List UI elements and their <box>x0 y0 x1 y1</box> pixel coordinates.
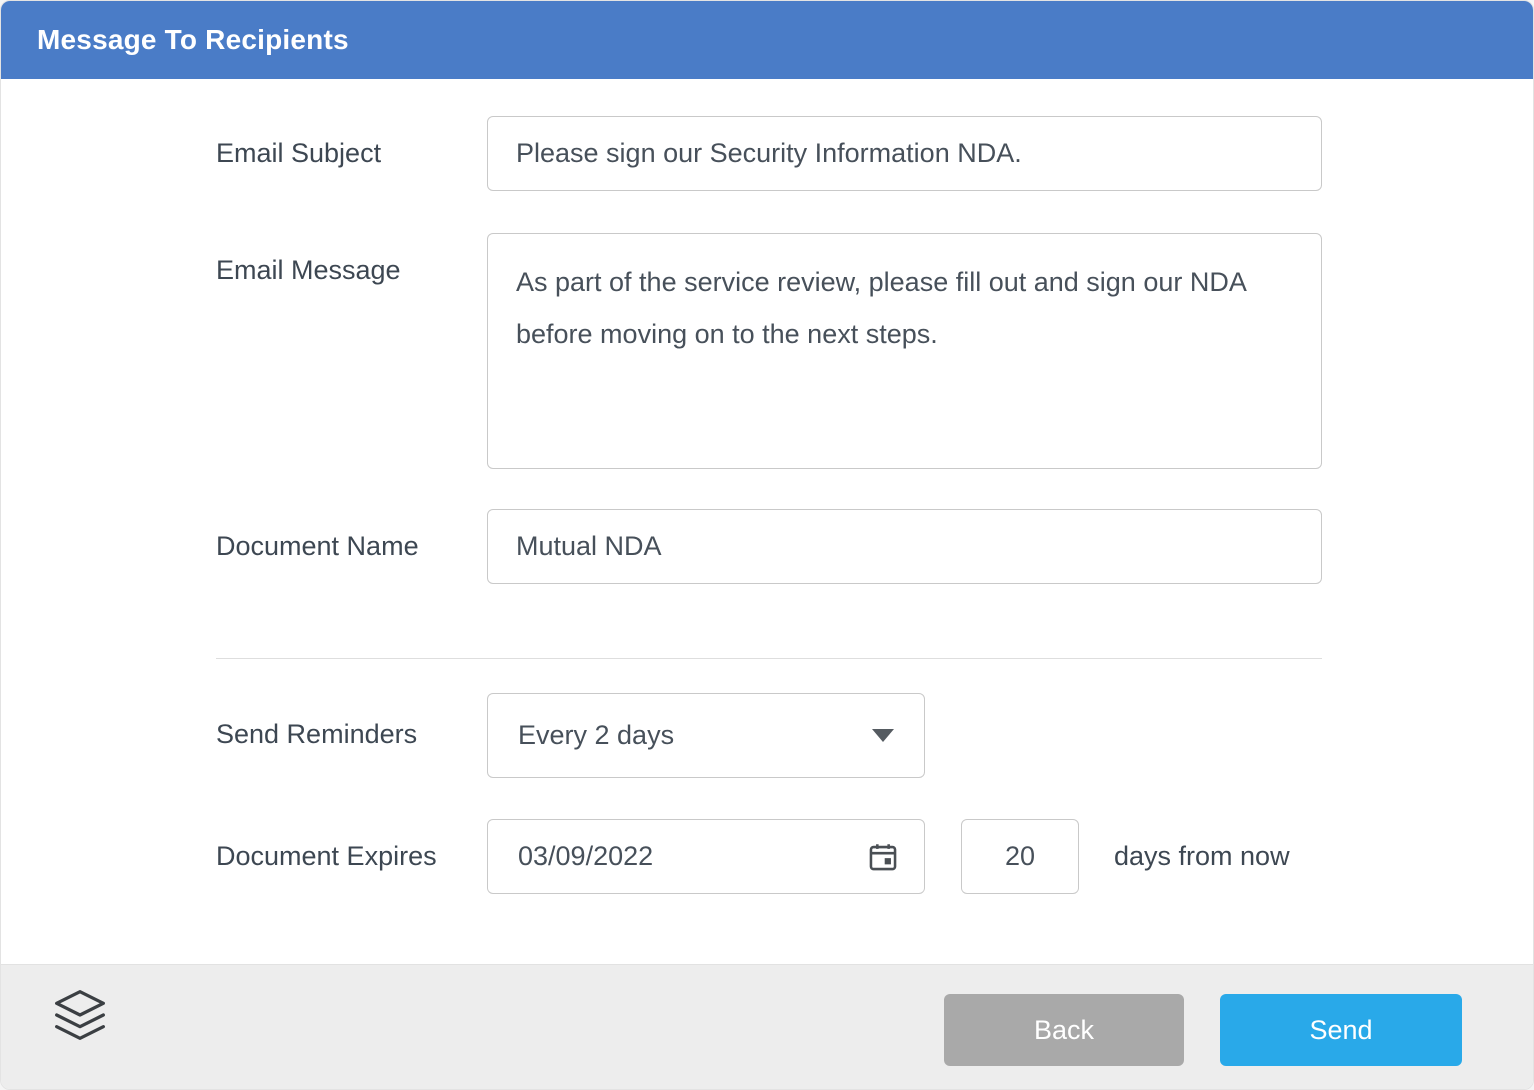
document-expires-label: Document Expires <box>216 841 437 872</box>
email-subject-label: Email Subject <box>216 138 381 169</box>
send-reminders-label: Send Reminders <box>216 719 417 750</box>
email-message-label: Email Message <box>216 255 401 286</box>
layers-icon <box>51 987 109 1043</box>
document-expires-date-input[interactable]: 03/09/2022 <box>487 819 925 894</box>
email-message-textarea[interactable]: As part of the service review, please fi… <box>487 233 1322 469</box>
back-button[interactable]: Back <box>944 994 1184 1066</box>
message-to-recipients-dialog: Message To Recipients Email Subject Emai… <box>0 0 1534 1090</box>
dialog-header: Message To Recipients <box>1 1 1533 79</box>
document-name-label: Document Name <box>216 531 419 562</box>
chevron-down-icon <box>872 729 894 742</box>
section-divider <box>216 658 1322 659</box>
send-reminders-select[interactable]: Every 2 days <box>487 693 925 778</box>
send-button[interactable]: Send <box>1220 994 1462 1066</box>
document-expires-days-input[interactable] <box>961 819 1079 894</box>
dialog-title: Message To Recipients <box>37 24 349 56</box>
days-from-now-label: days from now <box>1114 841 1290 872</box>
document-expires-date-value: 03/09/2022 <box>518 841 653 872</box>
dialog-footer: Back Send <box>1 964 1533 1090</box>
calendar-icon[interactable] <box>866 840 900 874</box>
send-reminders-selected-value: Every 2 days <box>518 720 674 751</box>
document-name-input[interactable] <box>487 509 1322 584</box>
email-subject-input[interactable] <box>487 116 1322 191</box>
